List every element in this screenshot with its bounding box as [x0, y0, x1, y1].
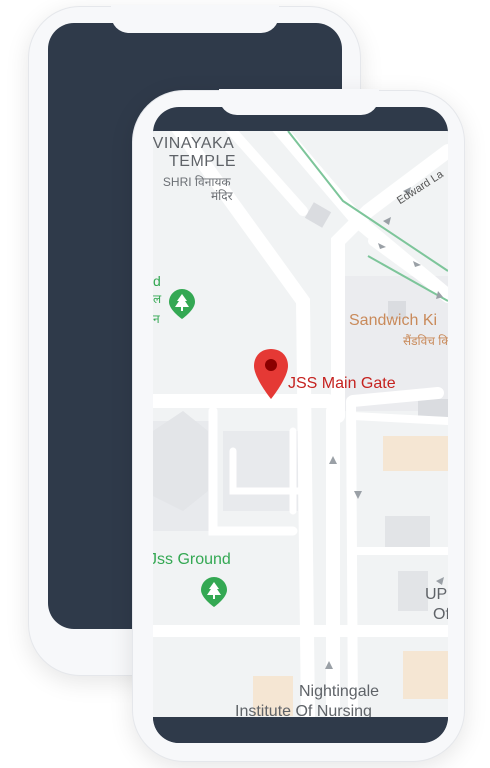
nightingale-label[interactable]: Nightingale: [299, 683, 379, 701]
location-pin-icon[interactable]: [254, 349, 288, 399]
map-view[interactable]: VINAYAKA TEMPLE SHRI विनायक मंदिर Edward…: [153, 131, 448, 717]
temple-label-line1: VINAYAKA: [153, 135, 235, 152]
park-tree-icon[interactable]: [169, 289, 195, 319]
screen-bottom-bar: [153, 717, 448, 743]
park-label-fragment-3: न: [153, 312, 160, 326]
sandwich-hindi-label: सैंडविच कि: [403, 334, 448, 348]
temple-hindi-line2: मंदिर: [211, 188, 233, 203]
jss-ground-label[interactable]: Jss Ground: [153, 551, 231, 569]
temple-hindi-line1: SHRI विनायक: [162, 175, 231, 189]
jss-main-gate-label[interactable]: JSS Main Gate: [288, 375, 396, 393]
back-phone-notch: [110, 5, 279, 33]
temple-hindi-label: SHRI विनायक मंदिर: [161, 175, 233, 204]
front-phone-mockup: VINAYAKA TEMPLE SHRI विनायक मंदिर Edward…: [132, 89, 465, 762]
of-place-label: Of: [433, 606, 448, 623]
park-label-fragment-1: d: [153, 273, 161, 289]
sandwich-place-label[interactable]: Sandwich Ki: [349, 312, 437, 330]
institute-label: Institute Of Nursing: [235, 703, 372, 717]
temple-label: VINAYAKA TEMPLE: [153, 135, 236, 172]
front-phone-screen: VINAYAKA TEMPLE SHRI विनायक मंदिर Edward…: [153, 107, 448, 743]
park-tree-icon[interactable]: [201, 577, 227, 607]
up-place-label: UP: [425, 586, 448, 603]
temple-label-line2: TEMPLE: [169, 153, 237, 171]
park-label-fragment-2: ल: [153, 292, 162, 306]
front-phone-notch: [218, 89, 379, 115]
map-streets: [153, 131, 448, 717]
